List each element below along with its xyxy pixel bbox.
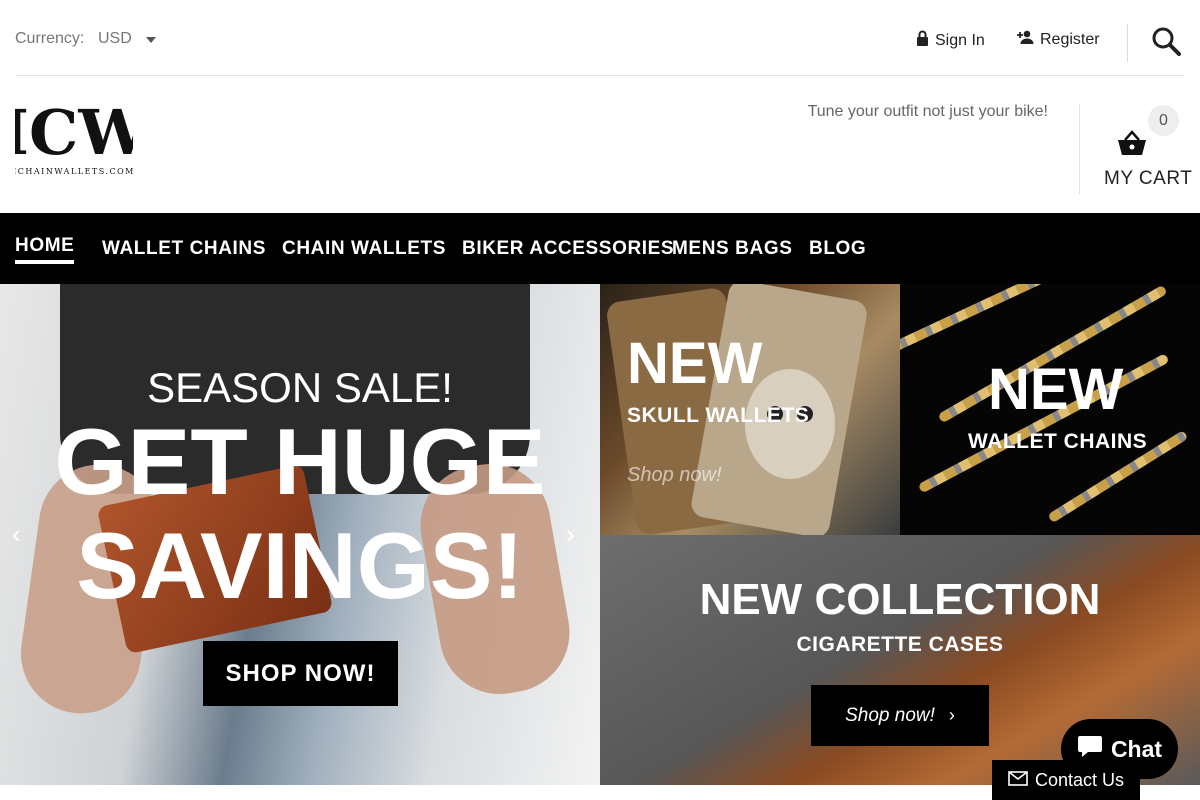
divider xyxy=(1079,104,1080,194)
nav-item-wallet-chains[interactable]: WALLET CHAINS xyxy=(102,238,266,260)
nav-item-blog[interactable]: BLOG xyxy=(809,238,866,260)
hero-headline-line1: GET HUGE xyxy=(54,409,546,514)
envelope-icon xyxy=(1008,770,1028,791)
nav-item-home[interactable]: HOME xyxy=(15,235,75,264)
search-icon xyxy=(1152,27,1181,56)
sign-in-label: Sign In xyxy=(935,31,985,49)
tile-title: NEW COLLECTION xyxy=(699,575,1101,624)
cart-button[interactable]: 0 MY CART xyxy=(1098,104,1192,194)
promo-tile-skull-wallets[interactable]: NEW SKULL WALLETS Shop now! xyxy=(600,284,900,535)
tile-shop-link[interactable]: Shop now! xyxy=(627,464,722,487)
tile-subtitle: CIGARETTE CASES xyxy=(796,633,1004,656)
chevron-left-icon[interactable]: ‹ xyxy=(12,521,32,547)
currency-label: Currency: xyxy=(15,30,85,47)
tile-title: NEW xyxy=(988,357,1124,422)
svg-text:ICW: ICW xyxy=(15,96,133,169)
chevron-down-icon xyxy=(145,37,156,43)
hero-shop-now-button[interactable]: SHOP NOW! xyxy=(203,641,398,706)
nav-item-mens-bags[interactable]: MENS BAGS xyxy=(672,238,792,260)
promo-tile-wallet-chains[interactable]: NEW WALLET CHAINS xyxy=(900,284,1200,535)
chevron-right-icon: › xyxy=(948,705,955,725)
tile-subtitle: WALLET CHAINS xyxy=(968,430,1148,453)
chevron-right-icon[interactable]: › xyxy=(566,521,586,547)
hero-headline-line2: SAVINGS! xyxy=(76,513,524,618)
currency-value: USD xyxy=(98,30,132,47)
hero-eyebrow: SEASON SALE! xyxy=(147,364,453,411)
sign-in-link[interactable]: Sign In xyxy=(916,30,985,51)
cart-count-badge: 0 xyxy=(1148,105,1179,136)
currency-select[interactable]: USD xyxy=(98,30,156,48)
tile-subtitle: SKULL WALLETS xyxy=(627,404,810,427)
hero-slider[interactable]: SEASON SALE! GET HUGE SAVINGS! SHOP NOW!… xyxy=(0,284,600,785)
nav-item-biker-accessories[interactable]: BIKER ACCESSORIES xyxy=(462,238,674,260)
promo-photo xyxy=(900,284,1074,354)
register-link[interactable]: Register xyxy=(1017,30,1100,49)
site-logo[interactable]: ICW ICHAINWALLETS.COM xyxy=(0,96,149,176)
site-header: ICW ICHAINWALLETS.COM Tune your outfit n… xyxy=(0,76,1200,213)
tile-shop-now-button[interactable]: Shop now! › xyxy=(811,685,989,746)
top-bar: Currency: USD Sign In Register xyxy=(15,0,1185,76)
tagline: Tune your outfit not just your bike! xyxy=(807,103,1048,120)
tile-shop-now-label: Shop now! xyxy=(845,704,935,726)
nav-item-chain-wallets[interactable]: CHAIN WALLETS xyxy=(282,238,446,260)
add-user-icon xyxy=(1017,30,1034,49)
contact-label: Contact Us xyxy=(1034,769,1125,790)
svg-text:ICHAINWALLETS.COM: ICHAINWALLETS.COM xyxy=(15,167,133,176)
divider xyxy=(1127,24,1128,62)
contact-us-button[interactable]: Contact Us xyxy=(992,760,1140,800)
main-nav: HOME WALLET CHAINS CHAIN WALLETS BIKER A… xyxy=(0,213,1200,284)
lock-icon xyxy=(916,30,929,51)
tile-title: NEW xyxy=(627,331,763,396)
register-label: Register xyxy=(1040,30,1100,48)
basket-icon xyxy=(1117,130,1147,161)
chat-label: Chat xyxy=(1110,735,1163,762)
cart-label: MY CART xyxy=(1104,168,1193,189)
search-button[interactable] xyxy=(1151,26,1181,56)
